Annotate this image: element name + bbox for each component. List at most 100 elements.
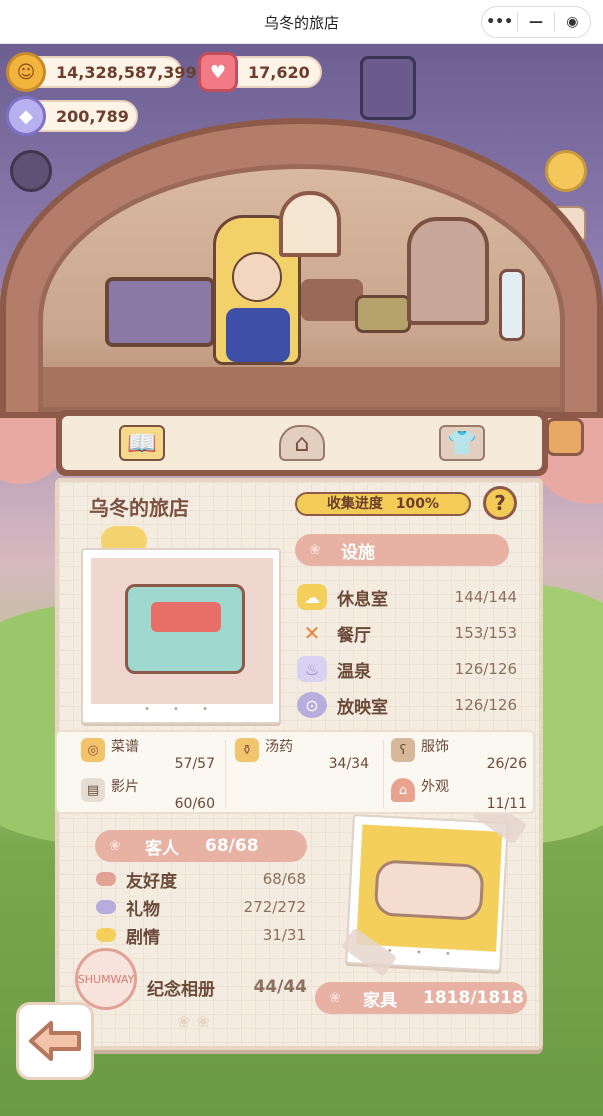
more-icon[interactable]: ••• [482, 14, 517, 30]
guests-value: 68/68 [205, 836, 259, 856]
furniture-banner[interactable]: ❀ 家具 1818/1818 [315, 982, 527, 1014]
collection-progress: 收集进度 100% [295, 492, 471, 516]
collection-label: 服饰 [421, 739, 449, 755]
guest-friendship-row[interactable]: 友好度 68/68 [96, 866, 306, 892]
album-stamp: SHUMWAY [75, 948, 137, 1010]
cloud-bed-icon: ☁ [297, 584, 327, 610]
collection-value: 60/60 [174, 796, 215, 812]
tab-bar-inner: 📖 ⌂ 👕 [62, 416, 542, 470]
pancake-icon: ◎ [81, 738, 105, 762]
facility-value: 144/144 [454, 588, 517, 606]
flower-button[interactable] [545, 150, 587, 192]
coin-amount: 14,328,587,399 [56, 62, 197, 82]
collection-label: 汤药 [265, 739, 293, 755]
furniture-value: 1818/1818 [423, 988, 524, 1008]
furniture-label: 家具 [363, 990, 397, 1011]
album-label: 纪念相册 [147, 979, 215, 1000]
guest-stat-label: 剧情 [126, 927, 160, 948]
category-tab-bar: 📖 ⌂ 👕 [56, 410, 548, 476]
paw-icon: ❀ [309, 542, 321, 558]
back-arrow-icon [29, 1021, 81, 1061]
collection-item-recipes[interactable]: ◎ 菜谱 57/57 [81, 736, 221, 776]
heart-amount: 17,620 [248, 62, 310, 82]
gift-icon [96, 900, 116, 914]
facilities-header: 设施 [341, 542, 375, 563]
wardrobe-furniture[interactable] [407, 217, 489, 325]
collection-item-appearance[interactable]: ⌂ 外观 11/11 [391, 776, 533, 816]
mushroom-house-icon[interactable]: ⌂ [279, 425, 325, 461]
minimize-icon[interactable]: — [518, 14, 553, 30]
camera-button[interactable] [546, 418, 584, 456]
help-button[interactable]: ? [483, 486, 517, 520]
paw-prints-decoration: ❀❀ [177, 1012, 216, 1031]
collection-item-films[interactable]: ▤ 影片 60/60 [81, 776, 221, 816]
back-button[interactable] [16, 1002, 94, 1080]
close-icon[interactable]: ◉ [555, 14, 590, 30]
panel-title: 乌冬的旅店 [89, 496, 189, 520]
gem-amount: 200,789 [56, 106, 129, 126]
left-round-button[interactable] [10, 150, 52, 192]
capsule-menu: ••• — ◉ [481, 6, 591, 38]
bed-furniture[interactable] [105, 277, 215, 347]
clapper-icon: ▤ [81, 778, 105, 802]
carousel-dots: • • • [143, 704, 219, 715]
album-value: 44/44 [253, 977, 307, 997]
guest-stat-value: 272/272 [243, 898, 306, 916]
facility-label: 餐厅 [337, 625, 371, 646]
facility-label: 放映室 [337, 697, 388, 718]
progress-value: 100% [395, 496, 440, 512]
mirror-furniture[interactable] [499, 269, 525, 341]
guest-gifts-row[interactable]: 礼物 272/272 [96, 894, 306, 920]
facility-row[interactable]: ♨ 温泉 126/126 [297, 654, 517, 684]
collection-value: 11/11 [486, 796, 527, 812]
guest-stat-value: 68/68 [262, 870, 306, 888]
mushroom-icon: ⌂ [391, 778, 415, 802]
paw-icon: ❀ [329, 990, 341, 1006]
room-floor [43, 367, 560, 407]
facility-row[interactable]: ✕ 餐厅 153/153 [297, 618, 517, 648]
potion-jar-icon: ⚱ [235, 738, 259, 762]
robot-decoration[interactable] [360, 56, 416, 120]
album-row[interactable]: 纪念相册 44/44 [147, 972, 307, 1002]
collection-item-outfits[interactable]: ʕ 服饰 26/26 [391, 736, 533, 776]
facility-value: 126/126 [454, 660, 517, 678]
collection-label: 菜谱 [111, 739, 139, 755]
guest-stat-label: 礼物 [126, 899, 160, 920]
desk-furniture[interactable] [301, 279, 363, 321]
facility-photo [91, 558, 273, 704]
story-icon [96, 928, 116, 942]
book-icon[interactable]: 📖 [119, 425, 165, 461]
facility-row[interactable]: ⊙ 放映室 126/126 [297, 690, 517, 720]
facility-value: 126/126 [454, 696, 517, 714]
treasure-chest[interactable] [355, 295, 411, 333]
furniture-photo [356, 824, 503, 952]
gem-icon: ◆ [6, 96, 46, 136]
coin-icon: ☺ [6, 52, 46, 92]
mini-program-titlebar: 乌冬的旅店 ••• — ◉ [0, 0, 603, 44]
collection-value: 57/57 [174, 756, 215, 772]
collection-value: 34/34 [328, 756, 369, 772]
shirt-icon[interactable]: 👕 [439, 425, 485, 461]
bear-costume-icon: ʕ [391, 738, 415, 762]
collection-item-potions[interactable]: ⚱ 汤药 34/34 [235, 736, 375, 776]
window-decoration [279, 191, 341, 257]
guests-header: 客人 [145, 838, 179, 859]
film-reel-icon: ⊙ [297, 692, 327, 718]
facility-photo-card[interactable]: • • • [81, 548, 281, 724]
paw-icon: ❀ [109, 838, 121, 854]
inn-room-interior [38, 164, 565, 412]
facility-value: 153/153 [454, 624, 517, 642]
heart-icon: ♥ [198, 52, 238, 92]
hot-spring-icon: ♨ [297, 656, 327, 682]
guest-story-row[interactable]: 剧情 31/31 [96, 922, 306, 948]
guest-stat-value: 31/31 [262, 926, 306, 944]
collection-value: 26/26 [486, 756, 527, 772]
heart-icon [96, 872, 116, 886]
collection-label: 外观 [421, 779, 449, 795]
guests-banner[interactable]: ❀ 客人 68/68 [95, 830, 307, 862]
facilities-banner: ❀ 设施 [295, 534, 509, 566]
progress-label: 收集进度 [326, 496, 383, 512]
guest-stat-label: 友好度 [126, 871, 177, 892]
collection-label: 影片 [111, 779, 139, 795]
facility-row[interactable]: ☁ 休息室 144/144 [297, 582, 517, 612]
